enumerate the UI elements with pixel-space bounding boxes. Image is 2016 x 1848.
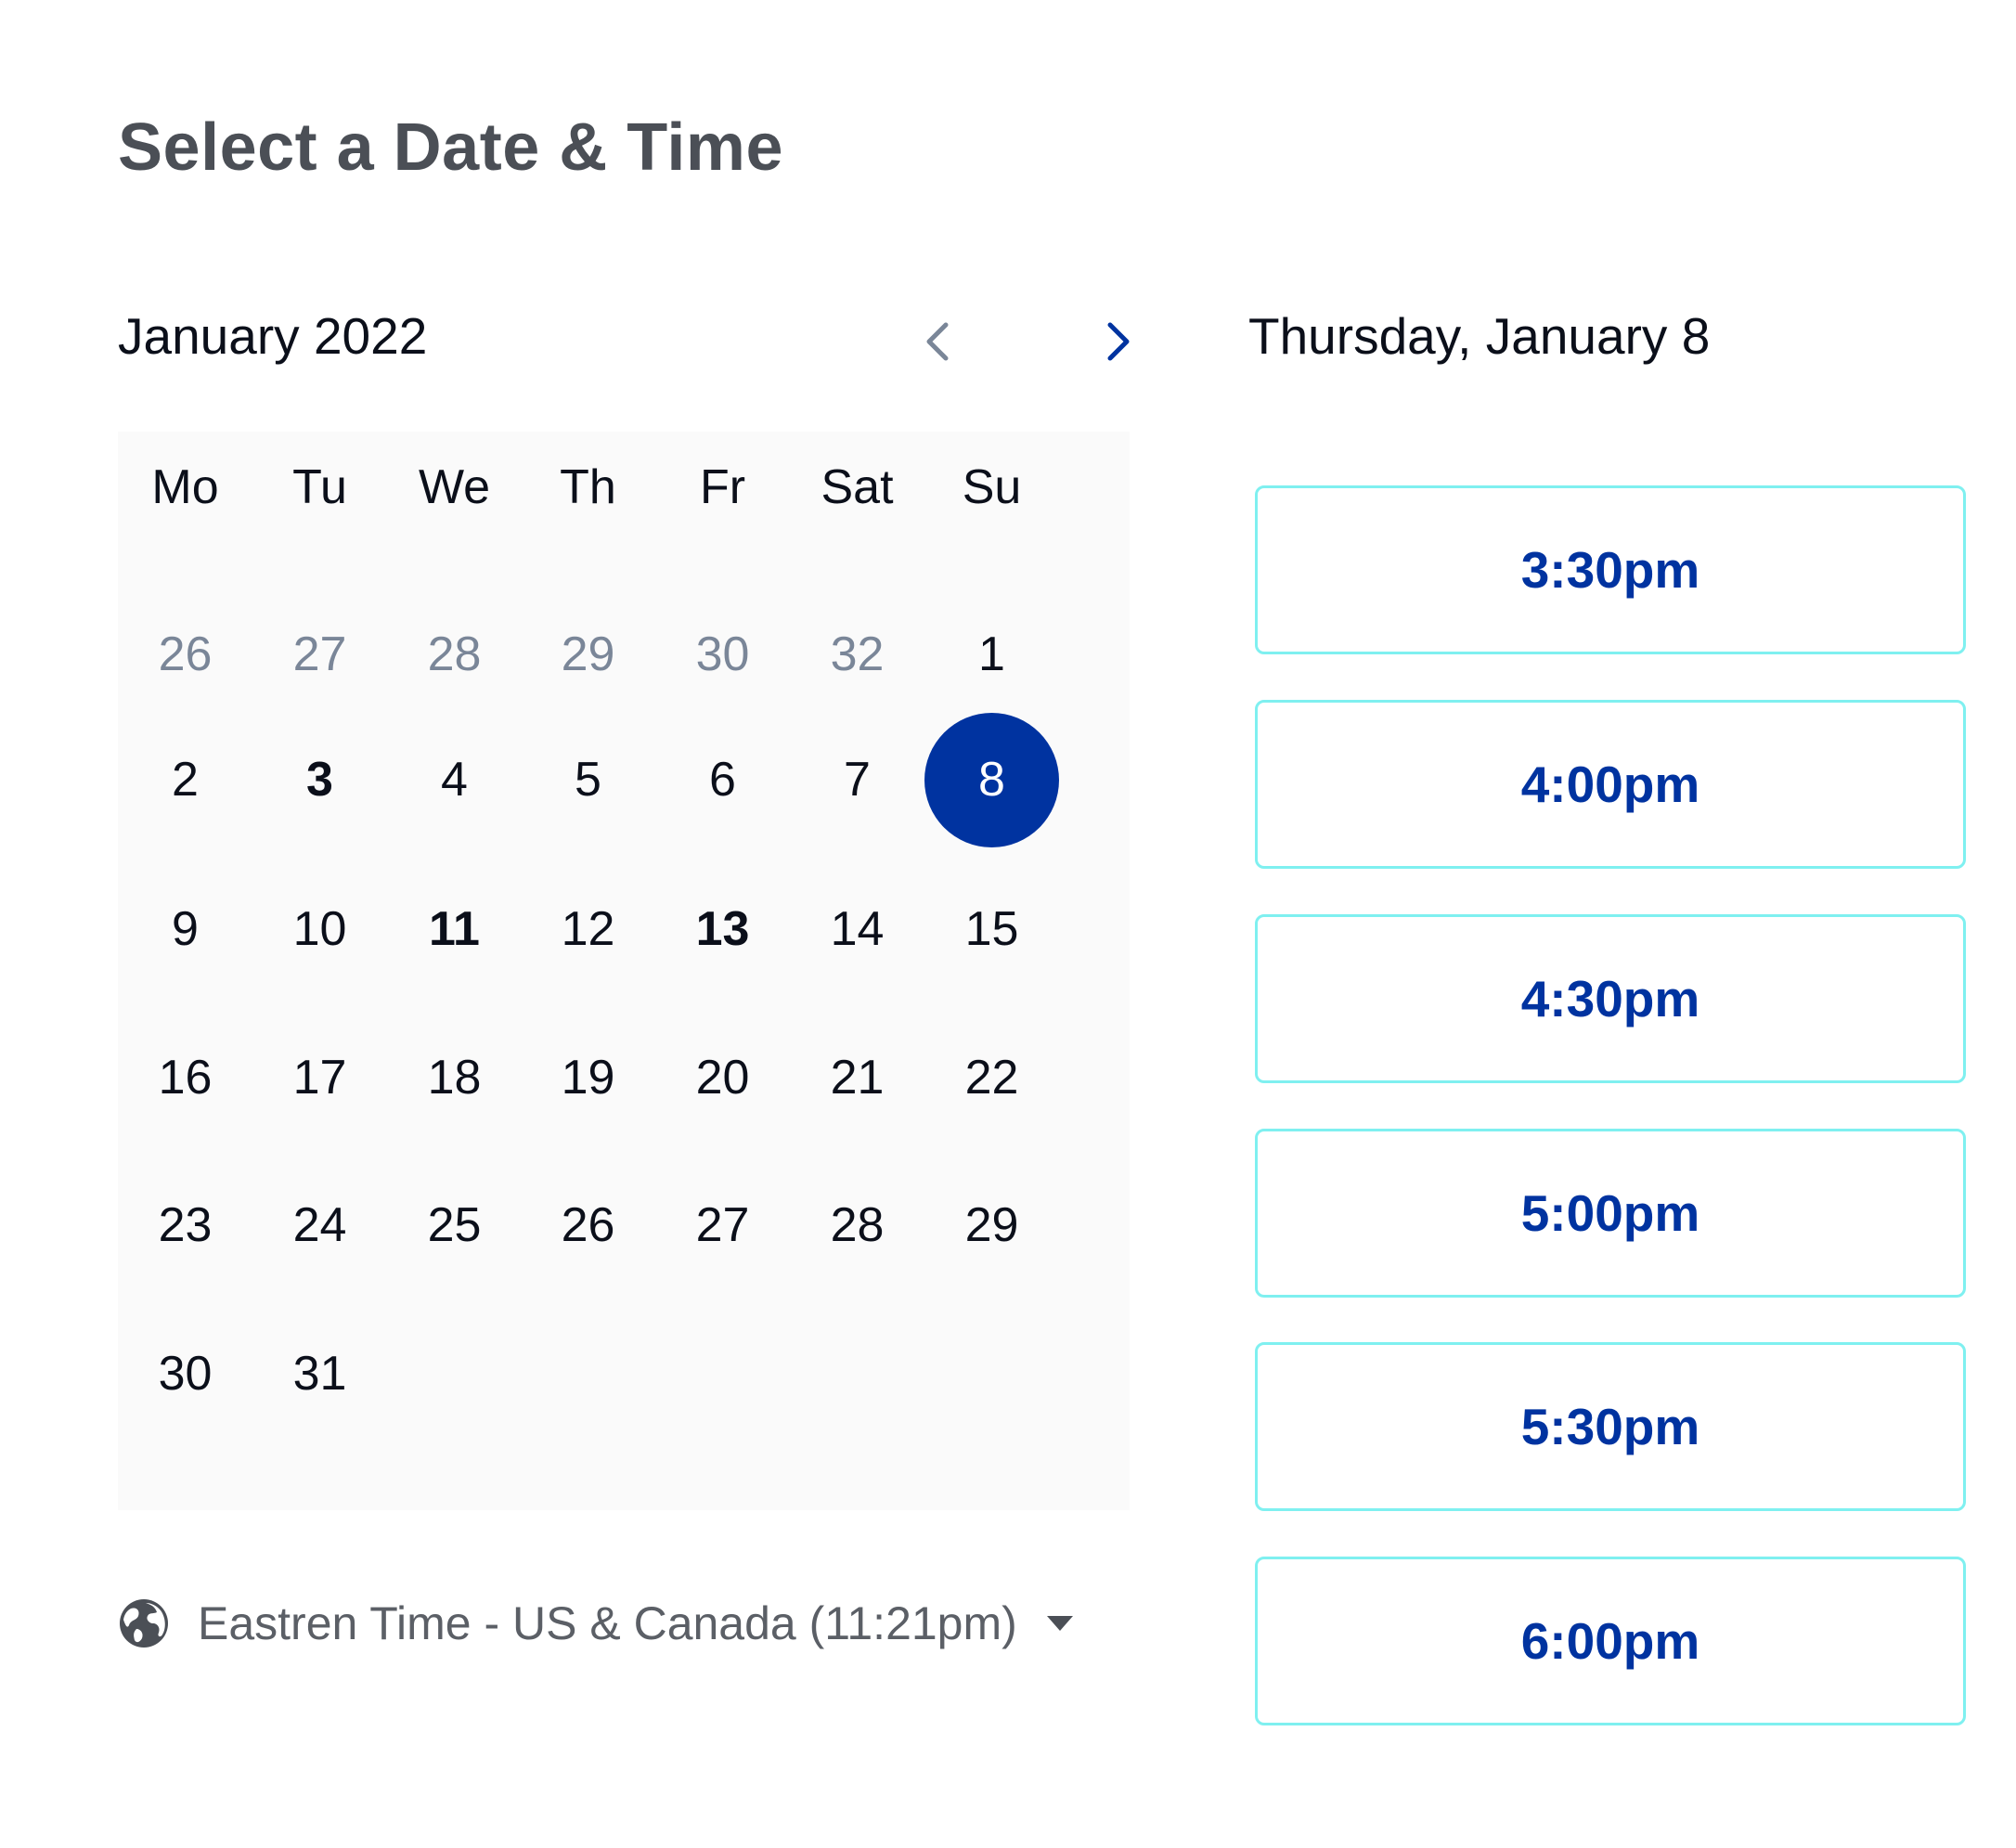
calendar-day-number: 18 xyxy=(427,1051,482,1105)
calendar-day-number: 13 xyxy=(695,902,750,956)
calendar-day[interactable]: 16 xyxy=(118,1022,252,1133)
calendar-day-number: 20 xyxy=(695,1051,750,1105)
calendar-day[interactable]: 11 xyxy=(387,873,522,985)
weekday-label: Mo xyxy=(151,460,219,514)
calendar-day[interactable]: 1 xyxy=(924,599,1059,710)
time-slot-button[interactable]: 5:00pm xyxy=(1255,1129,1966,1298)
time-slot-button[interactable]: 5:30pm xyxy=(1255,1342,1966,1511)
calendar-day-outside-month: 27 xyxy=(252,599,387,710)
weekday-label: Sat xyxy=(821,460,894,514)
calendar-day[interactable]: 28 xyxy=(790,1170,924,1281)
page-title: Select a Date & Time xyxy=(118,110,783,185)
weekday-label: We xyxy=(418,460,491,514)
calendar-day[interactable]: 14 xyxy=(790,873,924,985)
calendar-day-number: 28 xyxy=(427,627,482,681)
calendar-day-number: 24 xyxy=(292,1198,347,1252)
calendar-day[interactable]: 25 xyxy=(387,1170,522,1281)
calendar-day-number: 27 xyxy=(695,1198,750,1252)
calendar-day-outside-month: 32 xyxy=(790,599,924,710)
calendar-day-number: 17 xyxy=(292,1051,347,1105)
calendar-day-number: 12 xyxy=(561,902,615,956)
calendar-day-number: 29 xyxy=(561,627,615,681)
calendar-day[interactable]: 21 xyxy=(790,1022,924,1133)
calendar-day-number: 16 xyxy=(158,1051,213,1105)
calendar-day[interactable]: 29 xyxy=(924,1170,1059,1281)
calendar-day-number: 11 xyxy=(429,902,480,956)
time-slot-button[interactable]: 4:30pm xyxy=(1255,914,1966,1083)
calendar-day[interactable]: 13 xyxy=(655,873,790,985)
calendar-day[interactable]: 22 xyxy=(924,1022,1059,1133)
calendar-day-outside-month: 29 xyxy=(521,599,655,710)
calendar-day[interactable]: 15 xyxy=(924,873,1059,985)
selected-day-heading: Thursday, January 8 xyxy=(1248,307,1711,365)
time-slot-button[interactable]: 3:30pm xyxy=(1255,485,1966,654)
calendar-day-number: 7 xyxy=(844,753,871,807)
calendar-day-number: 6 xyxy=(709,753,736,807)
calendar-day-number: 19 xyxy=(561,1051,615,1105)
next-month-button[interactable] xyxy=(1091,314,1146,369)
calendar-day[interactable]: 6 xyxy=(655,724,790,835)
weekday-label: Su xyxy=(962,460,1022,514)
prev-month-button[interactable] xyxy=(910,314,965,369)
calendar-day[interactable]: 12 xyxy=(521,873,655,985)
calendar-day[interactable]: 23 xyxy=(118,1170,252,1281)
calendar-day[interactable]: 2 xyxy=(118,724,252,835)
calendar-day-number: 1 xyxy=(978,627,1005,681)
calendar-day-number: 5 xyxy=(575,753,601,807)
calendar-day-number: 30 xyxy=(695,627,750,681)
calendar-day-number: 23 xyxy=(158,1198,213,1252)
calendar-day-number: 28 xyxy=(830,1198,885,1252)
calendar-day-number: 3 xyxy=(306,753,333,807)
calendar-day-number: 30 xyxy=(158,1347,213,1401)
calendar-day-outside-month: 26 xyxy=(118,599,252,710)
calendar-day-number: 9 xyxy=(172,902,199,956)
calendar-day[interactable]: 24 xyxy=(252,1170,387,1281)
calendar-day[interactable]: 20 xyxy=(655,1022,790,1133)
calendar-day[interactable]: 9 xyxy=(118,873,252,985)
calendar-day-number: 15 xyxy=(964,902,1019,956)
timezone-selector[interactable]: Eastren Time - US & Canada (11:21pm) xyxy=(118,1596,1073,1650)
caret-down-icon xyxy=(1046,1616,1073,1631)
calendar-day[interactable]: 30 xyxy=(118,1318,252,1429)
weekday-label: Th xyxy=(560,460,616,514)
calendar-day-number: 4 xyxy=(441,753,468,807)
calendar-day[interactable]: 17 xyxy=(252,1022,387,1133)
calendar-day[interactable]: 3 xyxy=(252,724,387,835)
calendar-day-number: 26 xyxy=(561,1198,615,1252)
calendar-day-number: 26 xyxy=(158,627,213,681)
calendar-day[interactable]: 18 xyxy=(387,1022,522,1133)
calendar-day[interactable]: 26 xyxy=(521,1170,655,1281)
calendar-day[interactable]: 4 xyxy=(387,724,522,835)
calendar-day[interactable]: 19 xyxy=(521,1022,655,1133)
calendar-day-outside-month: 28 xyxy=(387,599,522,710)
calendar-day-outside-month: 30 xyxy=(655,599,790,710)
chevron-left-icon xyxy=(926,322,949,361)
calendar-day-number: 27 xyxy=(292,627,347,681)
calendar-day-number: 21 xyxy=(830,1051,885,1105)
chevron-right-icon xyxy=(1107,322,1130,361)
calendar-grid: Mo Tu We Th Fr Sat Su 26 27 28 29 30 32 1 2 3 4 5 6 7 8 9 10 1… xyxy=(118,432,1130,1510)
calendar-day-number: 8 xyxy=(978,753,1005,807)
calendar-day-number: 29 xyxy=(964,1198,1019,1252)
time-slot-button[interactable]: 4:00pm xyxy=(1255,700,1966,869)
calendar-day-selected[interactable]: 8 xyxy=(924,713,1059,847)
calendar-day-number: 22 xyxy=(964,1051,1019,1105)
time-slot-button[interactable]: 6:00pm xyxy=(1255,1557,1966,1725)
calendar-day[interactable]: 10 xyxy=(252,873,387,985)
calendar-day-number: 14 xyxy=(830,902,885,956)
calendar-day-number: 31 xyxy=(292,1347,347,1401)
calendar-day[interactable]: 5 xyxy=(521,724,655,835)
calendar-day-number: 32 xyxy=(830,627,885,681)
calendar-day-number: 25 xyxy=(427,1198,482,1252)
weekday-label: Fr xyxy=(699,460,746,514)
month-label: January 2022 xyxy=(118,307,428,365)
calendar-day[interactable]: 27 xyxy=(655,1170,790,1281)
timezone-label: Eastren Time - US & Canada (11:21pm) xyxy=(198,1597,1017,1649)
weekday-label: Tu xyxy=(292,460,347,514)
calendar-day-number: 10 xyxy=(292,902,347,956)
calendar-day[interactable]: 31 xyxy=(252,1318,387,1429)
calendar-day-number: 2 xyxy=(172,753,199,807)
globe-icon xyxy=(120,1599,168,1648)
calendar-day[interactable]: 7 xyxy=(790,724,924,835)
